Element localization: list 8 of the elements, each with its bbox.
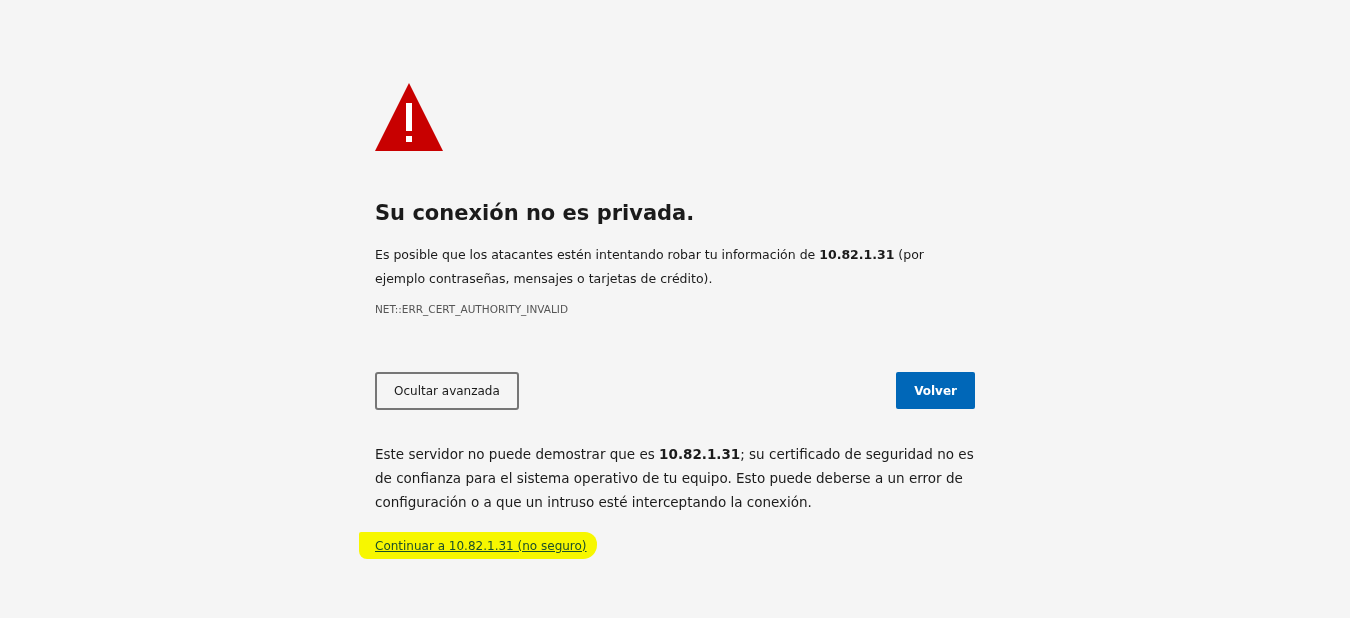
warning-icon (375, 83, 443, 151)
proceed-link[interactable]: Continuar a 10.82.1.31 (no seguro) (375, 539, 587, 553)
error-code: NET::ERR_CERT_AUTHORITY_INVALID (375, 303, 570, 315)
warning-message: Es posible que los atacantes estén intentando robar tu información de 10.82.1.31 (por ejemplo contraseñas, mensajes o tarjetas de crédito). (375, 246, 925, 288)
hide-advanced-button[interactable]: Ocultar avanzada (375, 372, 519, 410)
back-button[interactable]: Volver (896, 372, 975, 409)
page-heading: Su conexión no es privada. (375, 200, 696, 227)
details-text: Este servidor no puede demostrar que es 10.82.1.31; su certificado de seguridad no es de confianza para el sistema operativo de tu equipo. Esto puede deberse a un error de configuración o a que un intruso esté interceptando la conexión. (375, 445, 975, 512)
